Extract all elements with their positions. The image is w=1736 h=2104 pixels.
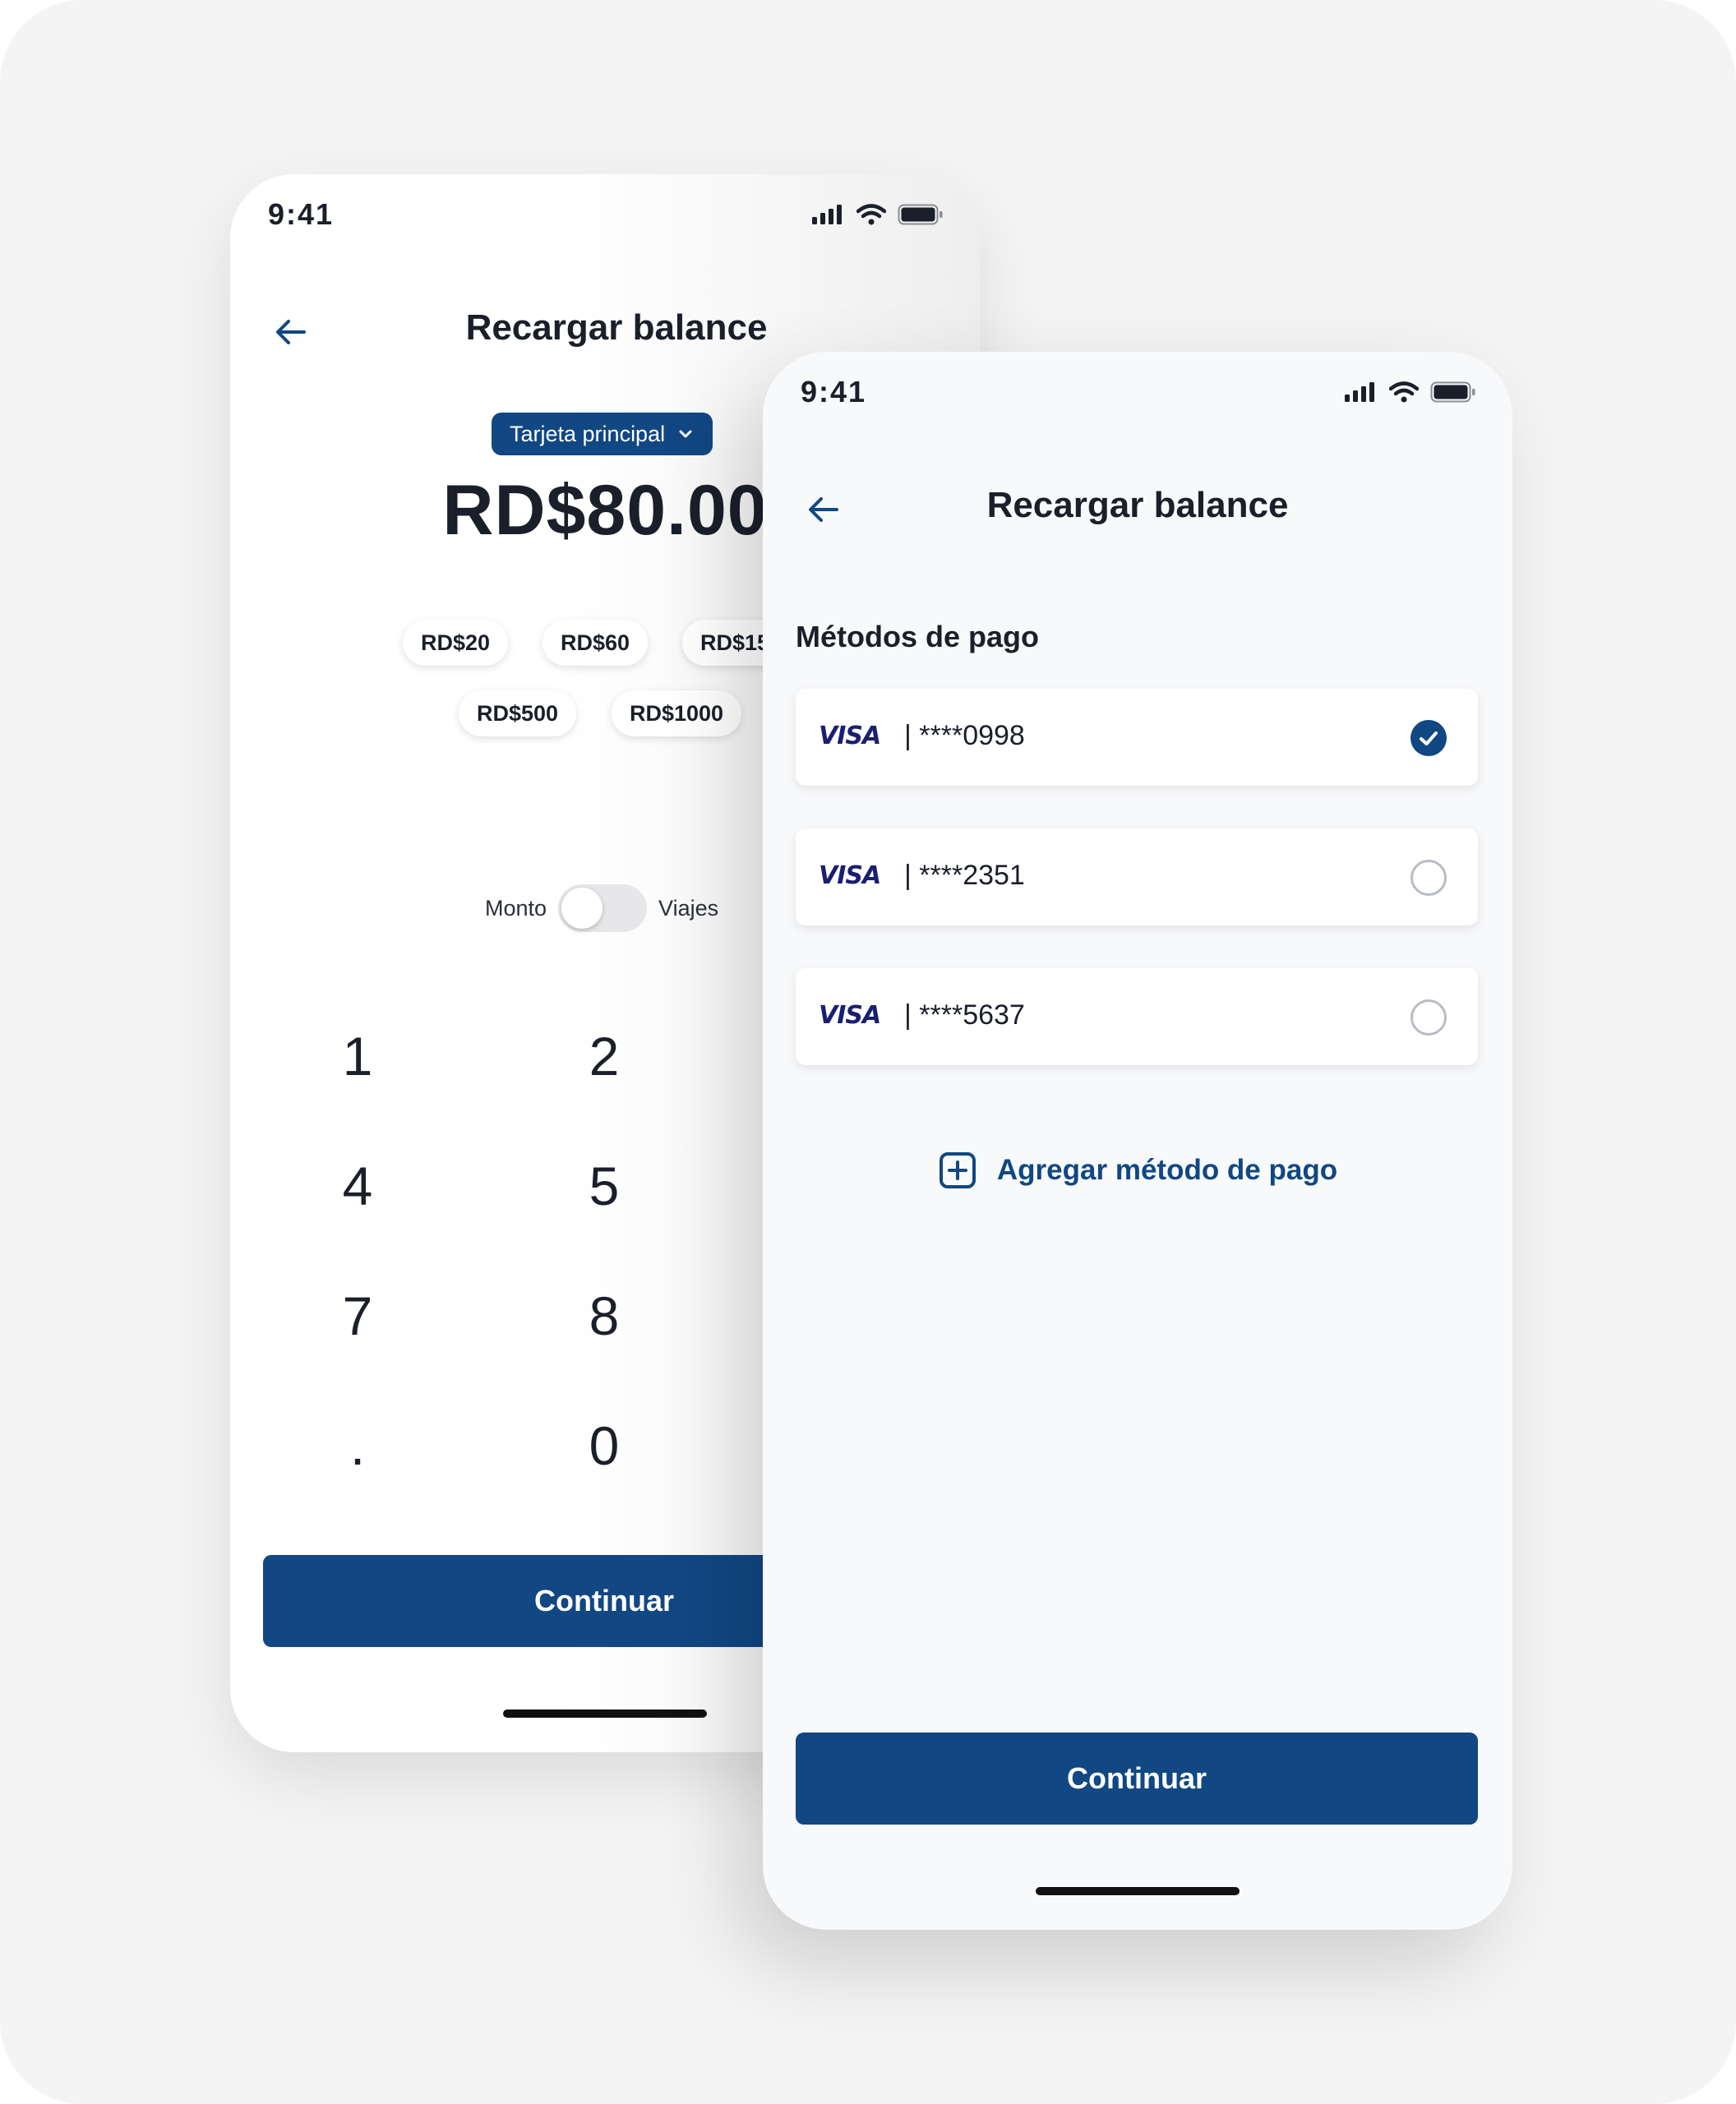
- keypad-key[interactable]: 8: [538, 1271, 670, 1361]
- amount-chip[interactable]: RD$60: [542, 620, 649, 666]
- keypad-key[interactable]: 5: [538, 1141, 670, 1231]
- chevron-down-icon: [679, 430, 692, 438]
- payment-method-card[interactable]: VISA | ****0998: [796, 689, 1478, 786]
- visa-logo: VISA: [819, 722, 881, 750]
- battery-icon: [1430, 381, 1475, 403]
- amount-chip[interactable]: RD$1000: [612, 690, 742, 736]
- status-time: 9:41: [268, 197, 335, 231]
- payment-methods-screen: 9:41 Recargar balance Métodos de pago VI…: [763, 352, 1512, 1930]
- visa-logo: VISA: [819, 1001, 881, 1030]
- battery-icon: [898, 204, 943, 225]
- amount-chip[interactable]: RD$500: [459, 690, 577, 736]
- payment-method-card[interactable]: VISA | ****2351: [796, 828, 1478, 925]
- radio-unselected[interactable]: [1410, 999, 1447, 1036]
- mode-toggle[interactable]: [558, 884, 648, 932]
- section-title: Métodos de pago: [796, 620, 1039, 653]
- wifi-icon: [856, 204, 886, 225]
- keypad-key[interactable]: .: [292, 1400, 423, 1491]
- status-icons: [1345, 381, 1476, 403]
- page-title: Recargar balance: [986, 485, 1289, 525]
- card-number: | ****0998: [904, 720, 1025, 751]
- keypad-key[interactable]: 4: [292, 1141, 423, 1231]
- check-icon: [1420, 731, 1438, 745]
- home-indicator: [1036, 1887, 1240, 1895]
- toggle-label-viajes: Viajes: [658, 895, 719, 920]
- card-selector-dropdown[interactable]: Tarjeta principal: [492, 413, 713, 455]
- signal-icon: [1345, 382, 1374, 402]
- status-icons: [812, 204, 944, 225]
- wifi-icon: [1389, 381, 1419, 403]
- mode-toggle-row: Monto Viajes: [485, 884, 718, 932]
- page-title: Recargar balance: [465, 307, 768, 348]
- add-payment-method-label: Agregar método de pago: [996, 1154, 1338, 1186]
- continue-button[interactable]: Continuar: [796, 1733, 1478, 1825]
- keypad-key[interactable]: 0: [538, 1400, 670, 1491]
- keypad-key[interactable]: 2: [538, 1011, 670, 1101]
- toggle-label-monto: Monto: [485, 895, 547, 920]
- canvas: 9:41 Recargar balance Tarjeta principal …: [0, 0, 1736, 2104]
- add-payment-method-button[interactable]: Agregar método de pago: [763, 1151, 1512, 1190]
- plus-square-icon: [939, 1152, 976, 1188]
- card-number: | ****2351: [904, 860, 1025, 891]
- payment-method-card[interactable]: VISA | ****5637: [796, 968, 1478, 1065]
- card-number: | ****5637: [904, 999, 1025, 1031]
- keypad-key[interactable]: 1: [292, 1011, 423, 1101]
- amount-chip[interactable]: RD$20: [403, 620, 509, 666]
- home-indicator: [503, 1710, 707, 1718]
- radio-selected[interactable]: [1410, 720, 1447, 756]
- status-time: 9:41: [801, 375, 867, 408]
- card-selector-label: Tarjeta principal: [510, 421, 666, 446]
- signal-icon: [812, 205, 842, 224]
- radio-unselected[interactable]: [1410, 860, 1447, 896]
- toggle-knob: [561, 888, 603, 929]
- visa-logo: VISA: [819, 861, 881, 890]
- keypad-key[interactable]: 7: [292, 1271, 423, 1361]
